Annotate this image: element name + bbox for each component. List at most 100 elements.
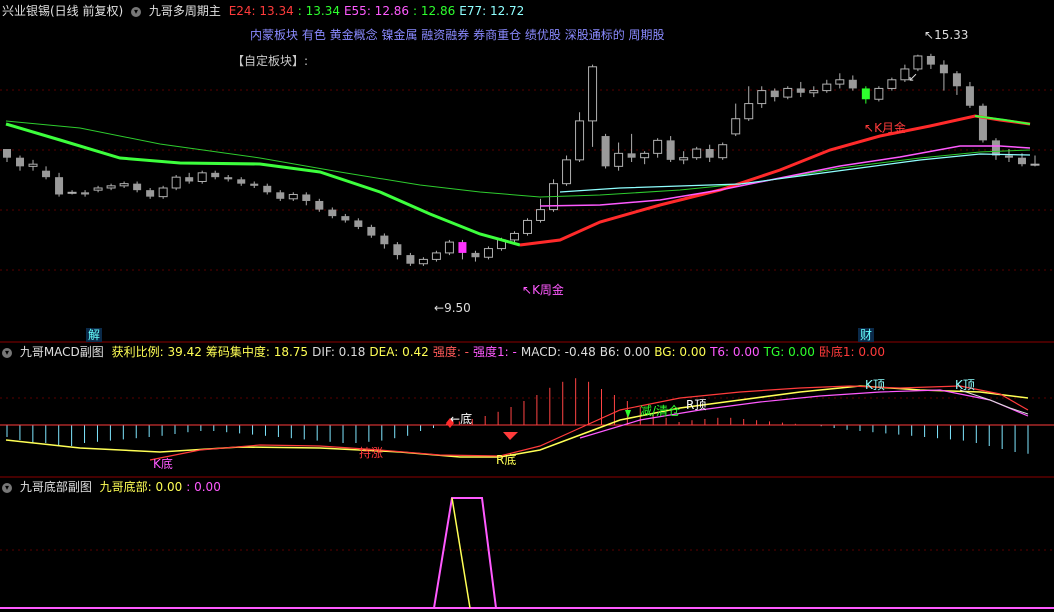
candle-body-44 [575, 120, 585, 161]
main-value-2: E55: 12.86 [343, 4, 410, 18]
candle-body-74 [965, 86, 974, 106]
candle-body-32 [418, 258, 428, 265]
cai-marker[interactable]: 财 [858, 328, 875, 342]
candle-body-52 [679, 157, 689, 161]
k-month-gold-label: ↖K月金 [864, 121, 906, 135]
macd-value-0: 获利比例: 39.42 [111, 345, 202, 359]
macd-menu-icon[interactable]: ▾ [2, 347, 12, 358]
candle-body-7 [93, 187, 103, 191]
macd-value-11: 卧底1: 0.00 [818, 345, 886, 359]
main-value-4: E77: 12.72 [459, 4, 525, 18]
bottom-signal-yellow [451, 497, 471, 609]
candle-body-53 [692, 148, 702, 159]
candle-body-78 [1017, 157, 1026, 165]
candle-body-58 [757, 90, 767, 105]
candle-body-65 [848, 79, 857, 89]
ma-line-thick-green [5, 122, 521, 247]
bottom-menu-icon[interactable]: ▾ [2, 482, 12, 493]
candle-body-29 [380, 235, 389, 245]
bottom-title[interactable]: 九哥底部副图 [20, 480, 92, 494]
candle-body-48 [627, 153, 636, 158]
candle-body-76 [991, 140, 1000, 156]
macd-dea-line [5, 385, 1029, 458]
main-header: 兴业银锡(日线 前复权) ▾ 九哥多周期主 E24: 13.34: 13.34 E… [2, 2, 532, 20]
macd-header: ▾ 九哥MACD副图 获利比例: 39.42 筹码集中度: 18.75 DIF: 0… [2, 343, 893, 361]
candle-body-49 [640, 152, 650, 159]
candle-body-40 [523, 219, 533, 234]
candle-body-9 [119, 183, 129, 187]
macd-value-5: 强度1: - [473, 345, 517, 359]
candle-body-60 [783, 87, 793, 98]
candle-body-8 [106, 185, 116, 189]
ma-line-red [519, 114, 1031, 247]
macd-value-1: 筹码集中度: 18.75 [205, 345, 309, 359]
k-bottom-label: K底 [153, 457, 173, 471]
bottom-label: ←底 [450, 412, 473, 426]
candle-body-45 [588, 66, 598, 122]
high-price-label: ↖15.33 [924, 28, 969, 42]
candle-body-28 [367, 226, 376, 236]
candle-body-47 [614, 152, 624, 167]
candle-body-20 [263, 185, 272, 193]
chart-canvas[interactable] [0, 0, 1054, 612]
candle-body-11 [146, 190, 155, 197]
candle-body-77 [1004, 155, 1013, 158]
stock-chart-window[interactable]: 兴业银锡(日线 前复权) ▾ 九哥多周期主 E24: 13.34: 13.34 E… [0, 0, 1054, 612]
macd-value-4: 强度: - [432, 345, 470, 359]
macd-value-10: TG: 0.00 [763, 345, 815, 359]
candle-body-22 [288, 193, 298, 200]
main-value-0: E24: 13.34 [228, 4, 294, 18]
bottom-values: 九哥底部: 0.00: 0.00 [100, 480, 225, 494]
k-top-label-2: K顶 [955, 378, 975, 392]
main-indicator-name[interactable]: 九哥多周期主 [149, 4, 221, 18]
bottom-signal-magenta [433, 497, 497, 609]
bottom-value-0: 九哥底部: 0.00 [99, 480, 183, 494]
candle-body-3 [42, 170, 51, 178]
bottom-header: ▾ 九哥底部副图 九哥底部: 0.00: 0.00 [2, 478, 229, 496]
ma-line-cyan [559, 153, 1031, 193]
candle-body-73 [952, 73, 961, 87]
candle-body-36 [471, 252, 480, 258]
candle-body-79 [1030, 163, 1040, 166]
candle-body-25 [328, 209, 337, 217]
reduce-clear-label: 减/清仓 [640, 404, 681, 418]
candle-body-51 [666, 140, 675, 160]
jie-marker[interactable]: 解 [86, 328, 103, 342]
candle-body-70 [913, 55, 923, 70]
candle-body-18 [237, 179, 246, 184]
main-value-3: : 12.86 [413, 4, 456, 18]
candle-body-62 [809, 90, 819, 94]
low-price-label: ←9.50 [434, 301, 471, 315]
candle-body-59 [770, 90, 779, 98]
candle-body-37 [483, 248, 493, 258]
candle-body-55 [718, 144, 728, 159]
stock-name[interactable]: 兴业银锡(日线 前复权) [2, 4, 123, 18]
up-arrow-icon: ↙ [908, 70, 919, 84]
candle-body-23 [302, 194, 311, 201]
candle-body-12 [158, 187, 168, 198]
candle-body-19 [250, 183, 259, 186]
candle-body-39 [509, 232, 519, 241]
candle-body-6 [81, 192, 90, 195]
candle-body-34 [444, 241, 454, 254]
custom-block-label[interactable]: 【自定板块】: [232, 52, 308, 69]
candle-body-71 [926, 55, 935, 65]
candle-body-0 [3, 149, 11, 158]
candle-body-31 [406, 255, 415, 264]
macd-value-3: DEA: 0.42 [369, 345, 429, 359]
main-value-1: : 13.34 [297, 4, 340, 18]
candle-body-17 [224, 177, 233, 180]
macd-title[interactable]: 九哥MACD副图 [20, 345, 104, 359]
green-down-arrow-icon [625, 410, 631, 418]
hold-label: 持涨 [359, 446, 384, 460]
candle-body-4 [55, 177, 64, 195]
k-top-label-1: K顶 [865, 378, 885, 392]
r-bottom-label: R底 [496, 453, 517, 467]
candle-body-33 [431, 252, 441, 260]
candle-body-13 [171, 176, 181, 189]
indicator-menu-icon[interactable]: ▾ [131, 6, 142, 17]
bottom-value-1: : 0.00 [186, 480, 221, 494]
candle-body-67 [874, 87, 884, 100]
candle-body-56 [731, 118, 741, 135]
candle-body-46 [601, 136, 610, 167]
